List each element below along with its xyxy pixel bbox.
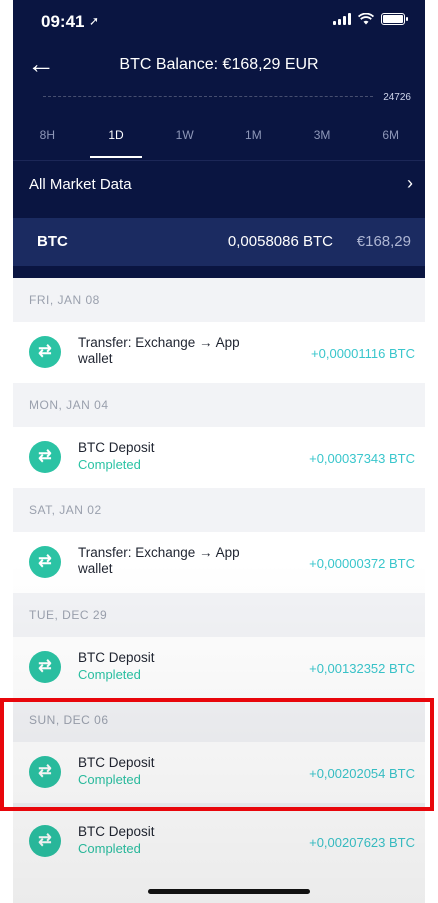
tab-8h[interactable]: 8H <box>13 122 82 158</box>
date-header: SUN, DEC 06 <box>13 698 425 742</box>
tab-1d[interactable]: 1D <box>82 122 151 158</box>
home-indicator[interactable] <box>148 889 310 894</box>
transfer-icon: ⇄ <box>29 651 61 683</box>
transaction-title: BTC Deposit <box>78 755 155 770</box>
chevron-right-icon: › <box>407 173 413 193</box>
all-market-data-row[interactable]: All Market Data › <box>13 160 425 208</box>
balance-header: 09:41 ➚ ← BTC Balance: €168,29 EUR 24726… <box>13 0 425 278</box>
status-bar: 09:41 ➚ <box>13 0 425 44</box>
location-icon: ➚ <box>89 14 100 28</box>
asset-symbol: BTC <box>37 233 68 250</box>
timeframe-tabs: 8H 1D 1W 1M 3M 6M <box>13 122 425 158</box>
price-chart-value: 24726 <box>383 92 411 103</box>
transaction-row[interactable]: ⇄ BTC Deposit Completed +0,00207623 BTC <box>13 811 425 872</box>
date-header: SAT, JAN 02 <box>13 488 425 532</box>
transaction-status: Completed <box>78 772 141 787</box>
transfer-icon: ⇄ <box>29 825 61 857</box>
list-spacer <box>13 803 425 811</box>
transaction-row[interactable]: ⇄ BTC Deposit Completed +0,00132352 BTC <box>13 637 425 698</box>
battery-icon <box>381 13 408 25</box>
transaction-amount: +0,00037343 BTC <box>309 451 415 466</box>
transaction-row[interactable]: ⇄ BTC Deposit Completed +0,00202054 BTC <box>13 742 425 803</box>
transaction-amount: +0,00132352 BTC <box>309 661 415 676</box>
transaction-status: Completed <box>78 667 141 682</box>
transfer-icon: ⇄ <box>29 441 61 473</box>
tab-1m[interactable]: 1M <box>219 122 288 158</box>
status-icons <box>333 13 408 25</box>
transaction-amount: +0,00000372 BTC <box>309 556 415 571</box>
tab-6m[interactable]: 6M <box>356 122 425 158</box>
transaction-amount: +0,00202054 BTC <box>309 766 415 781</box>
transaction-row[interactable]: ⇄ Transfer: Exchange → App wallet +0,00001… <box>13 322 425 383</box>
transaction-row[interactable]: ⇄ Transfer: Exchange → App wallet +0,00000… <box>13 532 425 593</box>
top-nav: ← BTC Balance: €168,29 EUR <box>13 48 425 82</box>
page-title: BTC Balance: €168,29 EUR <box>119 56 319 73</box>
transfer-icon: ⇄ <box>29 336 61 368</box>
asset-amount: 0,0058086 BTC <box>227 233 333 250</box>
transfer-icon: ⇄ <box>29 756 61 788</box>
signal-icon <box>333 13 351 25</box>
date-header: FRI, JAN 08 <box>13 278 425 322</box>
transfer-icon: ⇄ <box>29 546 61 578</box>
transaction-title: Transfer: Exchange → App wallet <box>78 335 240 366</box>
transaction-title: Transfer: Exchange → App wallet <box>78 545 240 576</box>
wifi-icon <box>358 13 374 25</box>
asset-summary: BTC 0,0058086 BTC €168,29 <box>13 218 425 266</box>
transaction-status: Completed <box>78 457 141 472</box>
date-header: MON, JAN 04 <box>13 383 425 427</box>
tab-1w[interactable]: 1W <box>150 122 219 158</box>
transaction-status: Completed <box>78 841 141 856</box>
transaction-title: BTC Deposit <box>78 440 155 455</box>
transaction-amount: +0,00207623 BTC <box>309 835 415 850</box>
price-chart-line <box>43 96 373 97</box>
market-label: All Market Data <box>29 176 132 193</box>
transaction-list: FRI, JAN 08 ⇄ Transfer: Exchange → App wal… <box>13 278 425 903</box>
phone-screen: 09:41 ➚ ← BTC Balance: €168,29 EUR 24726… <box>13 0 425 903</box>
transaction-row[interactable]: ⇄ BTC Deposit Completed +0,00037343 BTC <box>13 427 425 488</box>
status-time: 09:41 <box>41 12 85 31</box>
date-header: TUE, DEC 29 <box>13 593 425 637</box>
transaction-title: BTC Deposit <box>78 824 155 839</box>
asset-fiat-value: €168,29 <box>356 233 411 250</box>
transaction-amount: +0,00001116 BTC <box>311 346 415 361</box>
tab-3m[interactable]: 3M <box>288 122 357 158</box>
transaction-title: BTC Deposit <box>78 650 155 665</box>
